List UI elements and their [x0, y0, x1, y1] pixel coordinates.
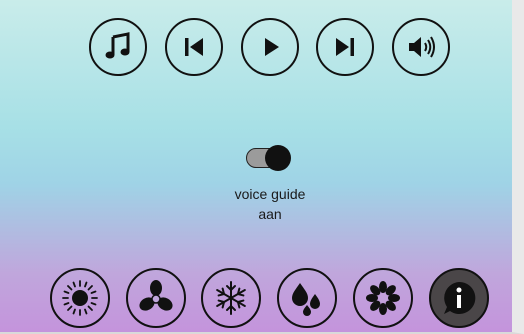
fan-button[interactable] [126, 268, 186, 328]
toggle-knob [265, 145, 291, 171]
sun-icon [62, 280, 98, 316]
water-drops-icon [292, 283, 320, 316]
music-note-icon [105, 32, 130, 59]
skip-next-icon [336, 38, 354, 56]
snowflake-icon [216, 281, 246, 315]
humidity-button[interactable] [277, 268, 337, 328]
play-button[interactable] [241, 18, 299, 76]
volume-button[interactable] [392, 18, 450, 76]
brightness-button[interactable] [50, 268, 110, 328]
play-icon [265, 38, 279, 56]
volume-icon [409, 36, 435, 58]
next-button[interactable] [316, 18, 374, 76]
music-button[interactable] [89, 18, 147, 76]
flower-button[interactable] [353, 268, 413, 328]
fan-icon [139, 280, 173, 311]
voice-guide-label: voice guide [234, 186, 306, 202]
voice-guide-state: aan [258, 206, 282, 222]
previous-button[interactable] [165, 18, 223, 76]
skip-previous-icon [185, 38, 203, 56]
voice-guide-toggle[interactable] [246, 145, 292, 171]
info-icon [444, 281, 476, 314]
cooling-button[interactable] [201, 268, 261, 328]
info-button[interactable] [429, 268, 489, 328]
flower-icon [366, 281, 400, 315]
